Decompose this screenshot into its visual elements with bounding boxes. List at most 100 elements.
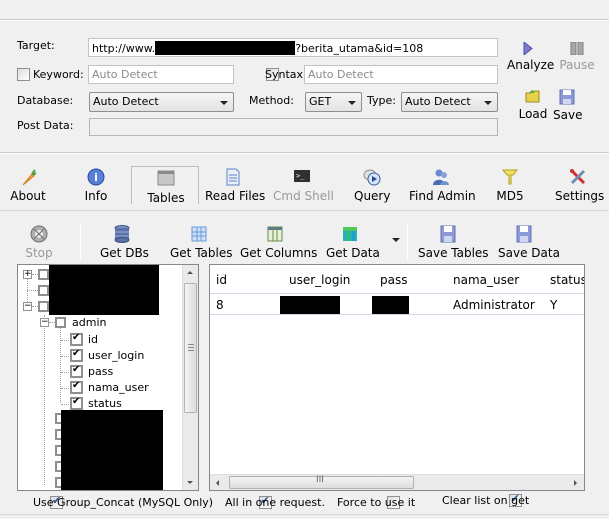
- tab-cmd-shell[interactable]: >_ Cmd Shell: [273, 168, 334, 203]
- tree-column-pass[interactable]: pass: [88, 365, 113, 378]
- get-columns-label: Get Columns: [240, 246, 318, 260]
- method-label: Method:: [249, 94, 294, 107]
- column-checkbox[interactable]: [70, 364, 83, 378]
- expand-icon[interactable]: +: [23, 270, 32, 279]
- tree-column-user-login[interactable]: user_login: [88, 349, 144, 362]
- play-icon: [523, 42, 533, 55]
- type-select[interactable]: Auto Detect: [401, 92, 498, 112]
- column-header-nama-user[interactable]: nama_user: [453, 273, 519, 287]
- tree-line: [27, 290, 38, 291]
- scroll-up-icon[interactable]: [187, 271, 193, 274]
- save-button[interactable]: Save: [553, 89, 582, 122]
- collapse-icon[interactable]: −: [23, 302, 32, 311]
- load-label: Load: [518, 107, 548, 121]
- group-concat-label: Use Group_Concat (MySQL Only): [33, 496, 214, 509]
- scroll-left-icon[interactable]: [216, 480, 219, 486]
- tab-about[interactable]: About: [8, 168, 48, 203]
- tab-query[interactable]: Query: [354, 168, 390, 203]
- folder-open-icon: [525, 90, 540, 103]
- pause-icon: [570, 42, 584, 55]
- tab-query-label: Query: [354, 189, 391, 203]
- schema-tree[interactable]: + − − admin id user_loginpass nama_usersta…: [17, 264, 199, 491]
- toolbar-separator: [407, 225, 408, 261]
- column-header-user-login[interactable]: user_login: [289, 273, 350, 287]
- get-data-button[interactable]: Get Data: [326, 225, 380, 260]
- tree-checkbox[interactable]: [38, 269, 49, 280]
- tree-scrollbar[interactable]: [182, 265, 198, 490]
- window-top-divider: [0, 19, 609, 21]
- tree-checkbox[interactable]: [38, 285, 49, 296]
- get-tables-label: Get Tables: [170, 246, 233, 260]
- grid-scrollbar[interactable]: III: [210, 474, 584, 490]
- redacted-user-login: [280, 296, 340, 314]
- column-header-id[interactable]: id: [216, 273, 227, 287]
- carrot-icon: [22, 169, 37, 186]
- scroll-thumb[interactable]: [184, 283, 197, 413]
- post-data-input[interactable]: [89, 118, 498, 136]
- get-columns-button[interactable]: Get Columns: [240, 225, 317, 260]
- tab-md5[interactable]: MD5: [495, 168, 525, 203]
- tab-about-label: About: [10, 189, 46, 203]
- toolbar-separator: [80, 225, 81, 261]
- column-header-pass[interactable]: pass: [380, 273, 407, 287]
- tree-content: + − − admin id user_loginpass nama_usersta…: [18, 265, 183, 490]
- floppy-icon: [516, 225, 532, 243]
- scroll-thumb[interactable]: III: [229, 475, 414, 489]
- bottom-divider: [0, 514, 609, 515]
- tab-tables[interactable]: Tables: [140, 170, 192, 205]
- tree-column-id[interactable]: id: [88, 333, 98, 346]
- load-button[interactable]: Load: [518, 89, 548, 121]
- tree-line: [61, 372, 69, 373]
- database-select[interactable]: Auto Detect: [89, 92, 234, 112]
- stop-icon: [30, 225, 48, 243]
- tab-info-label: Info: [84, 189, 108, 203]
- tree-checkbox[interactable]: [38, 301, 49, 312]
- pause-button[interactable]: Pause: [559, 42, 595, 72]
- scroll-right-icon[interactable]: [574, 480, 577, 486]
- get-dbs-button[interactable]: Get DBs: [100, 225, 149, 260]
- tab-settings-label: Settings: [555, 189, 605, 203]
- stop-label: Stop: [25, 246, 53, 260]
- type-selected: Auto Detect: [405, 95, 471, 108]
- column-header-status[interactable]: status: [550, 273, 584, 287]
- target-url-input[interactable]: http://www. ?berita_utama&id=108: [88, 38, 498, 57]
- tab-md5-label: MD5: [496, 189, 524, 203]
- column-checkbox[interactable]: [70, 396, 83, 410]
- syntax-input[interactable]: Auto Detect: [304, 65, 498, 84]
- tab-cmd-shell-label: Cmd Shell: [273, 189, 334, 203]
- tab-settings[interactable]: Settings: [555, 168, 605, 203]
- table-icon: [157, 170, 175, 186]
- column-checkbox[interactable]: [70, 348, 83, 362]
- grip-icon: III: [316, 475, 324, 485]
- get-tables-button[interactable]: Get Tables: [170, 225, 232, 260]
- keyword-input[interactable]: Auto Detect: [88, 65, 234, 84]
- save-tables-button[interactable]: Save Tables: [418, 225, 489, 260]
- get-data-dropdown-arrow[interactable]: [392, 238, 400, 242]
- data-grid[interactable]: id user_login pass nama_user status 8 Adminis…: [209, 264, 585, 491]
- method-selected: GET: [309, 95, 332, 108]
- document-icon: [226, 168, 240, 186]
- scroll-down-icon[interactable]: [187, 481, 193, 484]
- tab-find-admin[interactable]: Find Admin: [409, 168, 476, 203]
- columns-icon: [267, 226, 283, 242]
- collapse-icon[interactable]: −: [40, 318, 49, 327]
- method-select[interactable]: GET: [305, 92, 362, 112]
- tab-read-files-label: Read Files: [205, 189, 266, 203]
- database-icon: [114, 225, 130, 243]
- target-label: Target:: [17, 39, 55, 52]
- tree-column-status[interactable]: status: [88, 397, 122, 410]
- column-checkbox[interactable]: [70, 332, 83, 346]
- tab-info[interactable]: i Info: [80, 168, 112, 203]
- tree-column-nama-user[interactable]: nama_user: [88, 381, 149, 394]
- keyword-checkbox[interactable]: [17, 68, 30, 81]
- table-row[interactable]: 8 Administrator Y: [210, 295, 584, 315]
- redacted-database-names: [49, 265, 159, 315]
- column-checkbox[interactable]: [70, 380, 83, 394]
- save-data-button[interactable]: Save Data: [498, 225, 560, 260]
- analyze-button[interactable]: Analyze: [507, 42, 554, 72]
- tree-line: [61, 356, 69, 357]
- tab-read-files[interactable]: Read Files: [205, 168, 266, 203]
- stop-button[interactable]: Stop: [24, 225, 54, 260]
- tree-table-admin[interactable]: admin: [72, 316, 106, 329]
- table-checkbox[interactable]: [55, 317, 66, 328]
